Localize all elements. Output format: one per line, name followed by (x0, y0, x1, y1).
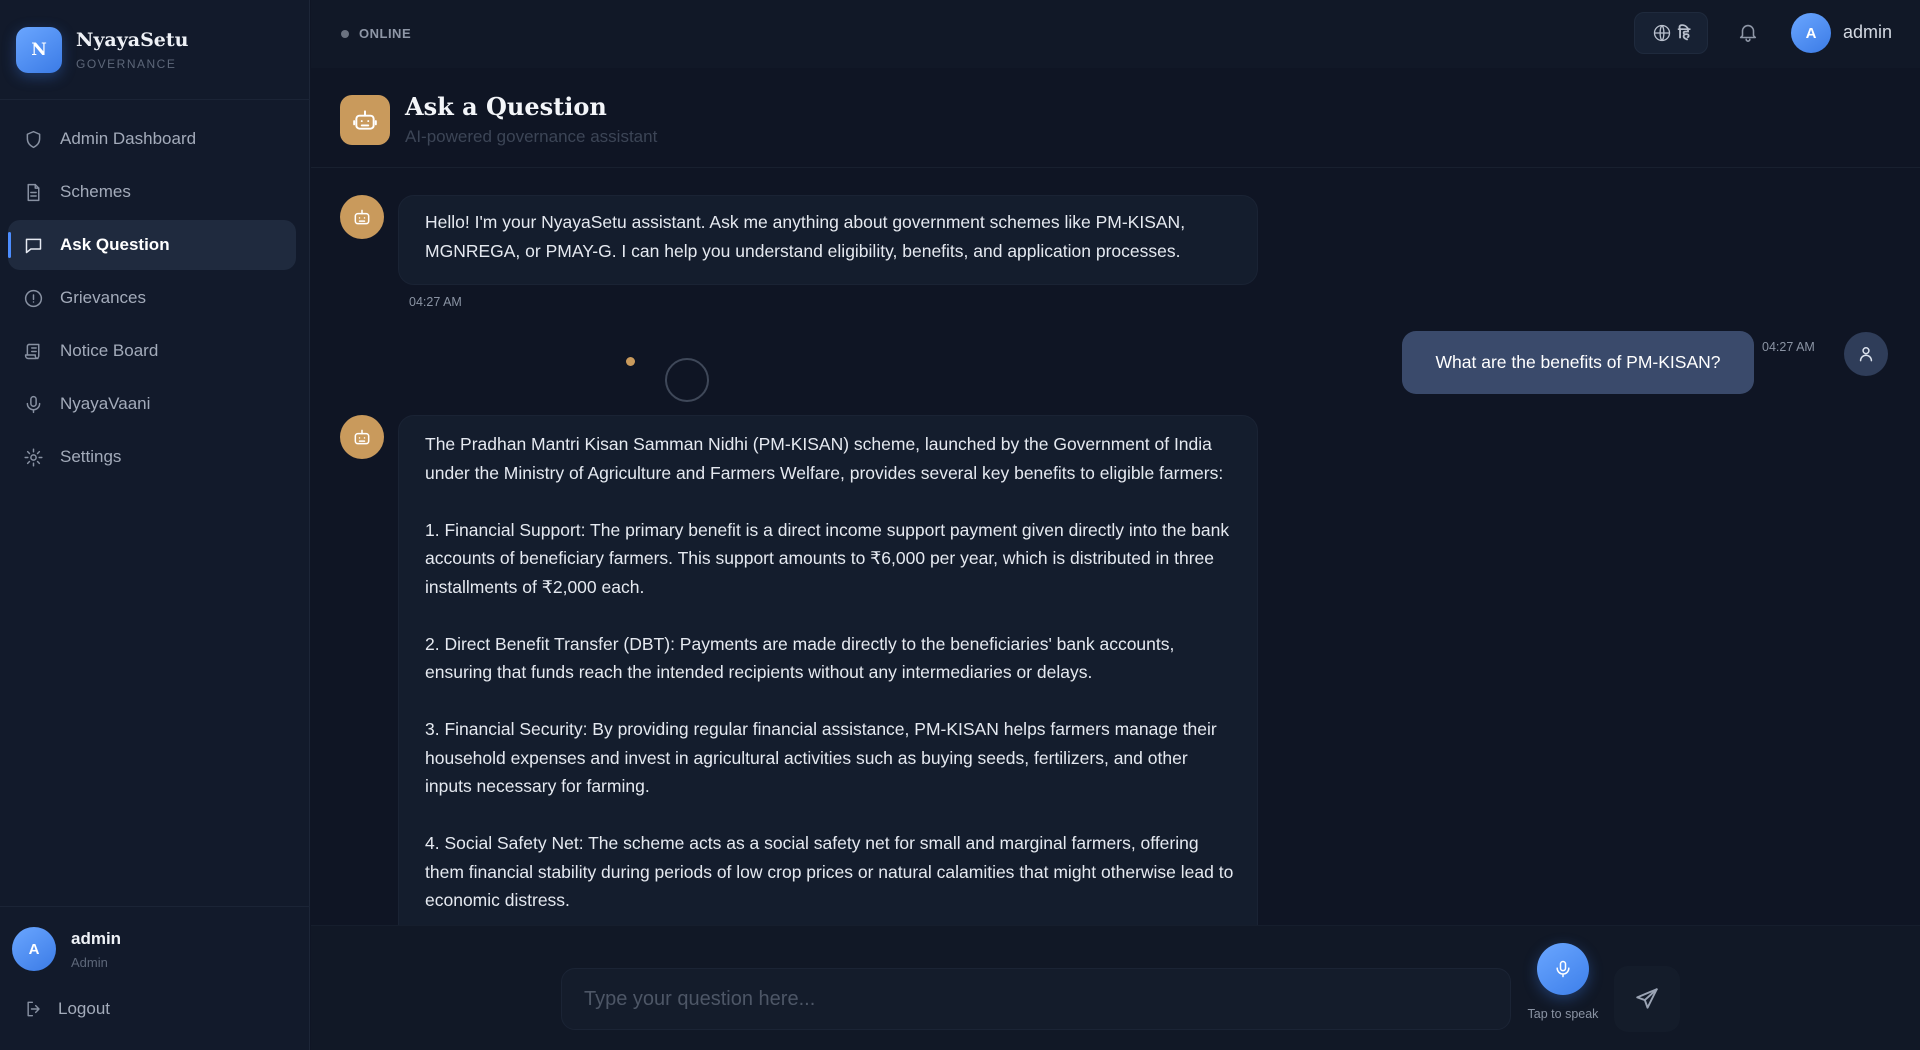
logout-button[interactable]: Logout (24, 999, 110, 1019)
logout-label: Logout (58, 999, 110, 1018)
sidebar-user-role: Admin (71, 955, 108, 970)
user-icon (1859, 347, 1873, 362)
page-header: Ask a Question AI-powered governance ass… (311, 68, 1920, 168)
top-bar: ONLINE हि A admin (311, 0, 1920, 68)
message-text: What are the benefits of PM-KISAN? (1435, 352, 1721, 372)
user-avatar (1844, 332, 1888, 376)
avatar[interactable]: A (12, 927, 56, 971)
bot-icon (354, 429, 370, 445)
bot-icon (340, 95, 390, 145)
sidebar-footer: A admin Admin Logout (0, 906, 310, 1050)
sidebar: N NyayaSetu GOVERNANCE Admin Dashboard S… (0, 0, 310, 1050)
sidebar-user-name: admin (71, 929, 122, 948)
voice-input-button[interactable] (1537, 943, 1589, 995)
brand-logo[interactable]: N (16, 27, 62, 73)
loading-spinner (665, 358, 709, 402)
top-user-name[interactable]: admin (1843, 22, 1892, 43)
bot-icon (354, 209, 370, 225)
brand-subtitle: GOVERNANCE (76, 57, 177, 71)
language-toggle-button[interactable]: हि (1634, 12, 1708, 54)
message-time: 04:27 AM (1762, 340, 1815, 354)
sidebar-item-label: Grievances (60, 288, 146, 307)
message-time: 04:27 AM (409, 295, 462, 309)
sidebar-item-settings[interactable]: Settings (8, 432, 296, 482)
bell-icon (1739, 24, 1757, 42)
user-message: What are the benefits of PM-KISAN? (1402, 331, 1754, 394)
microphone-icon (26, 395, 41, 413)
assistant-avatar (340, 415, 384, 459)
sidebar-item-label: Schemes (60, 182, 131, 201)
status-dot (341, 29, 349, 38)
sidebar-item-grievances[interactable]: Grievances (8, 273, 296, 323)
question-input[interactable] (561, 968, 1511, 1030)
typing-indicator-dot (626, 357, 635, 366)
page-title: Ask a Question (405, 92, 607, 121)
message-paragraph: 4. Social Safety Net: The scheme acts as… (425, 833, 1234, 910)
sidebar-item-label: Admin Dashboard (60, 129, 197, 148)
message-paragraph: The Pradhan Mantri Kisan Samman Nidhi (P… (425, 434, 1224, 483)
microphone-icon (1556, 960, 1570, 978)
alert-circle-icon (24, 289, 43, 307)
composer: Tap to speak (311, 925, 1920, 1050)
shield-icon (26, 130, 41, 148)
document-icon (27, 183, 40, 201)
send-button[interactable] (1614, 966, 1680, 1032)
gear-icon (24, 447, 43, 467)
sidebar-item-label: Notice Board (60, 341, 159, 360)
mic-label: Tap to speak (1527, 1007, 1599, 1021)
chat-bubble-icon (25, 238, 42, 253)
logout-icon (27, 1001, 40, 1017)
brand: N NyayaSetu GOVERNANCE (0, 0, 310, 100)
sidebar-item-notice-board[interactable]: Notice Board (8, 326, 296, 376)
sidebar-item-schemes[interactable]: Schemes (8, 167, 296, 217)
avatar[interactable]: A (1791, 13, 1831, 53)
sidebar-item-ask-question[interactable]: Ask Question (8, 220, 296, 270)
brand-name: NyayaSetu (76, 29, 189, 51)
globe-icon (1653, 24, 1671, 42)
sidebar-item-admin-dashboard[interactable]: Admin Dashboard (8, 114, 296, 164)
connection-status: ONLINE (341, 26, 411, 41)
sidebar-item-label: Settings (60, 447, 122, 466)
message-paragraph: 1. Financial Support: The primary benefi… (425, 519, 1230, 597)
page-subtitle: AI-powered governance assistant (405, 127, 658, 146)
scroll-icon (24, 343, 40, 359)
sidebar-nav: Admin Dashboard Schemes Ask Question Gri… (0, 114, 310, 485)
language-glyph: हि (1678, 25, 1690, 42)
assistant-message: Hello! I'm your NyayaSetu assistant. Ask… (398, 195, 1258, 285)
sidebar-item-label: NyayaVaani (60, 394, 151, 413)
assistant-message: The Pradhan Mantri Kisan Samman Nidhi (P… (398, 415, 1258, 925)
notifications-button[interactable] (1737, 21, 1759, 48)
status-text: ONLINE (359, 26, 412, 41)
assistant-avatar (340, 195, 384, 239)
sidebar-item-label: Ask Question (60, 235, 170, 254)
chat-messages[interactable]: Hello! I'm your NyayaSetu assistant. Ask… (311, 168, 1920, 925)
message-text: Hello! I'm your NyayaSetu assistant. Ask… (425, 212, 1186, 261)
send-icon (1636, 988, 1658, 1009)
message-paragraph: 3. Financial Security: By providing regu… (425, 719, 1217, 796)
sidebar-item-nyayavaani[interactable]: NyayaVaani (8, 379, 296, 429)
message-paragraph: 2. Direct Benefit Transfer (DBT): Paymen… (425, 633, 1175, 683)
